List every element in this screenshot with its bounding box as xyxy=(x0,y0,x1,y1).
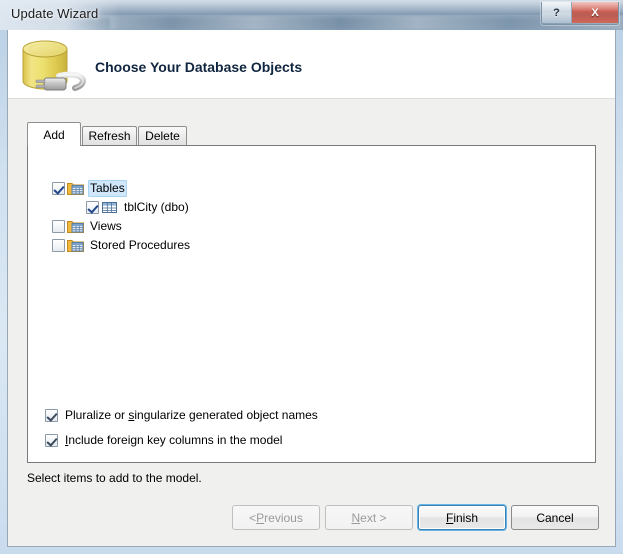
window-title: Update Wizard xyxy=(11,6,99,21)
tab-strip: Add Refresh Delete xyxy=(27,122,596,146)
tree-item-tblcity[interactable]: tblCity (dbo) xyxy=(28,198,595,217)
tree-item-stored-procedures[interactable]: Stored Procedures xyxy=(28,236,595,255)
pluralize-checkbox[interactable] xyxy=(45,408,58,422)
tree-label-tables: Tables xyxy=(88,180,127,197)
pluralize-label: Pluralize or singularize generated objec… xyxy=(65,408,318,422)
pluralize-checkbox-row[interactable]: Pluralize or singularize generated objec… xyxy=(45,408,318,422)
dialog-button-bar: < Previous Next > Finish Cancel xyxy=(8,496,615,546)
tree-checkbox-views[interactable] xyxy=(52,220,65,233)
close-button[interactable]: X xyxy=(572,2,618,23)
tables-folder-icon xyxy=(67,181,84,196)
tab-delete[interactable]: Delete xyxy=(138,126,187,145)
caption-button-group: ? X xyxy=(541,2,619,25)
page-title: Choose Your Database Objects xyxy=(95,59,303,75)
tab-refresh[interactable]: Refresh xyxy=(82,126,137,145)
tree-checkbox-tblcity[interactable] xyxy=(86,201,99,214)
help-button[interactable]: ? xyxy=(542,2,572,23)
tree-item-views[interactable]: Views xyxy=(28,217,595,236)
include-foreign-keys-checkbox[interactable] xyxy=(45,433,58,447)
views-folder-icon xyxy=(67,219,84,234)
tree-item-tables[interactable]: Tables xyxy=(28,179,595,198)
tree-label-tblcity: tblCity (dbo) xyxy=(124,200,189,214)
database-objects-tree[interactable]: Tables tblCity (dbo) Views Stored Proced… xyxy=(28,179,595,255)
wizard-banner: Choose Your Database Objects xyxy=(8,30,615,99)
cancel-button[interactable]: Cancel xyxy=(511,505,599,530)
tab-add[interactable]: Add xyxy=(27,122,81,146)
tree-label-views: Views xyxy=(90,219,122,233)
title-bar[interactable]: Update Wizard ? X xyxy=(0,0,623,30)
table-grid-icon xyxy=(101,200,118,215)
dialog-client-area: Choose Your Database Objects Add Refresh… xyxy=(7,30,616,547)
finish-button[interactable]: Finish xyxy=(418,505,506,530)
stored-procedures-folder-icon xyxy=(67,238,84,253)
tree-checkbox-tables[interactable] xyxy=(52,182,65,195)
next-button[interactable]: Next > xyxy=(325,505,413,530)
tree-label-stored-procedures: Stored Procedures xyxy=(90,238,191,252)
include-foreign-keys-checkbox-row[interactable]: Include foreign key columns in the model xyxy=(45,433,282,447)
tab-panel-add: Tables tblCity (dbo) Views Stored Proced… xyxy=(27,145,596,463)
database-plug-icon xyxy=(19,36,97,98)
previous-button[interactable]: < Previous xyxy=(232,505,320,530)
tree-checkbox-stored-procedures[interactable] xyxy=(52,239,65,252)
include-foreign-keys-label: Include foreign key columns in the model xyxy=(65,433,283,447)
status-text: Select items to add to the model. xyxy=(27,471,202,485)
update-wizard-window: Update Wizard ? X Choose Your Database O… xyxy=(0,0,623,554)
